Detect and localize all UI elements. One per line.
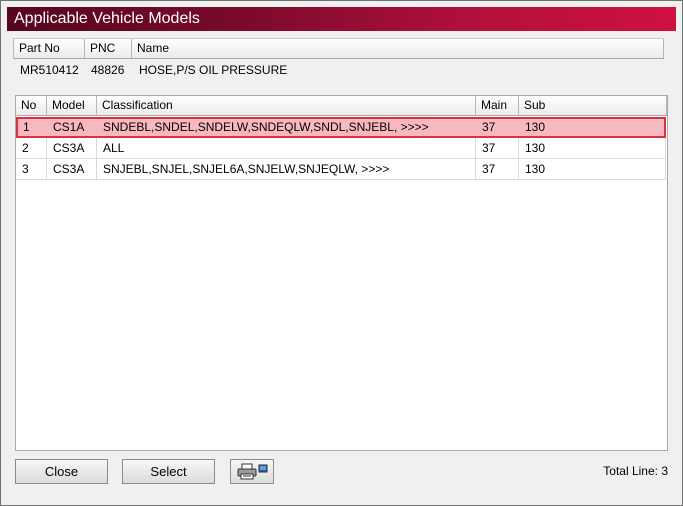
name-column-header[interactable]: Name: [132, 39, 664, 58]
part-no-column-header[interactable]: Part No: [13, 39, 85, 58]
name-value: HOSE,P/S OIL PRESSURE: [139, 63, 288, 77]
main-column-header[interactable]: Main: [476, 96, 519, 115]
window-title: Applicable Vehicle Models: [14, 10, 200, 27]
row-classification: SNJEBL,SNJEL,SNJEL6A,SNJELW,SNJEQLW, >>>…: [97, 159, 476, 179]
row-main: 37: [482, 120, 496, 134]
row-no: 3: [16, 159, 47, 179]
row-classification: SNDEBL,SNDEL,SNDELW,SNDEQLW,SNDL,SNJEBL,…: [103, 120, 429, 134]
row-main: 37: [476, 138, 519, 158]
models-table-header: No Model Classification Main Sub: [16, 96, 667, 116]
close-button[interactable]: Close: [15, 459, 108, 484]
sub-column-header[interactable]: Sub: [519, 96, 667, 115]
row-sub: 130: [525, 120, 546, 134]
row-classification: ALL: [97, 138, 476, 158]
classification-column-header[interactable]: Classification: [97, 96, 476, 115]
table-row[interactable]: 3 CS3A SNJEBL,SNJEL,SNJEL6A,SNJELW,SNJEQ…: [16, 159, 666, 180]
row-no: 1: [23, 120, 30, 134]
table-row[interactable]: 2 CS3A ALL 37 130: [16, 138, 666, 159]
row-sub: 130: [519, 159, 666, 179]
model-column-header[interactable]: Model: [47, 96, 97, 115]
row-model: CS3A: [47, 138, 97, 158]
pnc-value: 48826: [91, 63, 125, 77]
print-button[interactable]: [230, 459, 274, 484]
no-column-header[interactable]: No: [16, 96, 47, 115]
part-info-header: Part No PNC Name: [13, 38, 664, 59]
table-row[interactable]: 1 CS1A SNDEBL,SNDEL,SNDELW,SNDEQLW,SNDL,…: [16, 117, 666, 138]
title-bar[interactable]: Applicable Vehicle Models: [7, 7, 676, 31]
vehicle-models-list[interactable]: No Model Classification Main Sub 1 CS1A …: [15, 95, 668, 451]
row-main: 37: [476, 159, 519, 179]
total-line-label: Total Line: 3: [603, 464, 668, 478]
row-model: CS3A: [47, 159, 97, 179]
printer-icon: [236, 463, 268, 481]
pnc-column-header[interactable]: PNC: [85, 39, 132, 58]
part-info-panel: Part No PNC Name MR510412 48826 HOSE,P/S…: [13, 38, 669, 91]
applicable-vehicle-models-dialog: Applicable Vehicle Models Part No PNC Na…: [0, 0, 683, 506]
row-model: CS1A: [53, 120, 85, 134]
row-no: 2: [16, 138, 47, 158]
select-button[interactable]: Select: [122, 459, 215, 484]
row-sub: 130: [519, 138, 666, 158]
part-no-value: MR510412: [20, 63, 79, 77]
